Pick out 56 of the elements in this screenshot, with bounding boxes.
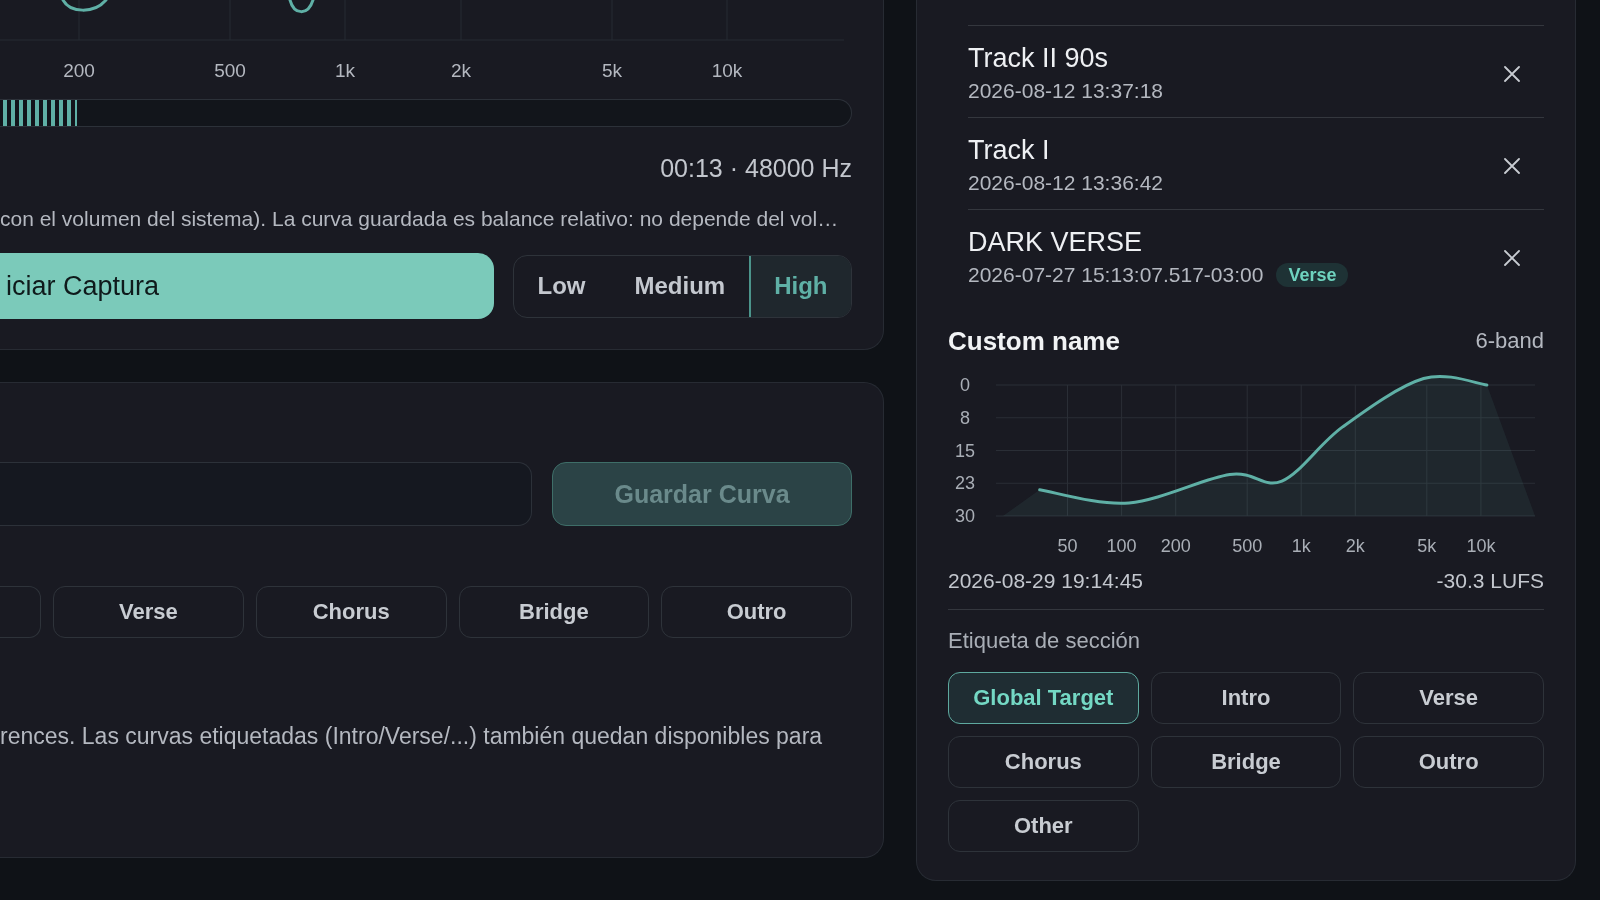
track-item[interactable]: Track II 90s 2026-08-12 13:37:18	[968, 25, 1544, 117]
tag-button[interactable]: Chorus	[255, 586, 447, 638]
track-title: DARK VERSE	[968, 226, 1143, 258]
capture-button[interactable]: iciar Captura	[0, 253, 494, 319]
tick-label: 50	[1057, 536, 1078, 554]
close-icon[interactable]	[1504, 66, 1520, 82]
band-count: 6-band	[1475, 328, 1544, 354]
section-option[interactable]: Outro	[1353, 736, 1544, 788]
track-date: 2026-07-27 15:13:07.517-03:00	[968, 262, 1264, 288]
section-badge: Verse	[1276, 263, 1349, 287]
section-option[interactable]: Other	[948, 800, 1139, 852]
tick-label: 2k	[1345, 536, 1365, 554]
tick-label: 1k	[1291, 536, 1311, 554]
tick-label: 8	[960, 407, 970, 428]
section-option[interactable]: Global Target	[948, 672, 1139, 724]
tag-button[interactable]: Bridge	[458, 586, 650, 638]
tick-label: 15	[955, 440, 975, 461]
preset-date: 2026-08-29 19:14:45	[948, 569, 1143, 593]
capture-info: 00:13 · 48000 Hz	[660, 153, 852, 183]
section-option[interactable]: Intro	[1150, 672, 1342, 724]
tag-button[interactable]: Verse	[53, 586, 244, 638]
tick-label: 0	[960, 375, 970, 395]
axis-label: 500	[214, 60, 246, 81]
track-date: 2026-08-12 13:37:18	[968, 78, 1163, 104]
help-text: rences. Las curvas etiquetadas (Intro/Verse/...) también quedan disponibles para	[0, 723, 823, 749]
track-item[interactable]: DARK VERSE 2026-07-27 15:13:07.517-03:00 Verse	[968, 209, 1544, 290]
preset-name: Custom name	[948, 325, 1120, 357]
track-title: Track I	[968, 134, 1050, 166]
tick-label: 30	[955, 506, 975, 526]
tick-label: 5k	[1417, 536, 1437, 554]
tick-label: 200	[1160, 536, 1191, 554]
tag-button[interactable]: Outro	[661, 586, 852, 638]
section-label: Etiqueta de sección	[948, 627, 1141, 655]
section-option[interactable]: Bridge	[1150, 736, 1342, 788]
section-option[interactable]: Verse	[1353, 672, 1544, 724]
axis-label: 1k	[334, 60, 356, 81]
quality-tab[interactable]: Low	[514, 255, 609, 317]
axis-label: 200	[63, 60, 95, 81]
axis-label: 2k	[450, 60, 472, 81]
tick-label: 500	[1232, 536, 1263, 554]
section-option[interactable]: Chorus	[948, 736, 1139, 788]
note-text: con el volumen del sistema). La curva guardada es balance relativo: no depende del vol…	[0, 206, 839, 232]
quality-tab[interactable]: High	[748, 255, 851, 317]
quality-tab[interactable]: Medium	[609, 255, 749, 317]
axis-label: 5k	[601, 60, 623, 81]
tick-label: 100	[1106, 536, 1137, 554]
track-date: 2026-08-12 13:36:42	[968, 170, 1163, 196]
tick-label: 10k	[1466, 536, 1496, 554]
tick-label: 23	[955, 473, 975, 494]
close-icon[interactable]	[1504, 250, 1520, 266]
close-icon[interactable]	[1504, 158, 1520, 174]
track-item[interactable]: Track I 2026-08-12 13:36:42	[968, 117, 1544, 209]
name-field[interactable]	[0, 462, 532, 526]
track-title: Track II 90s	[968, 42, 1109, 74]
axis-label: 10k	[711, 60, 743, 81]
loudness-value: -30.3 LUFS	[1436, 569, 1544, 593]
